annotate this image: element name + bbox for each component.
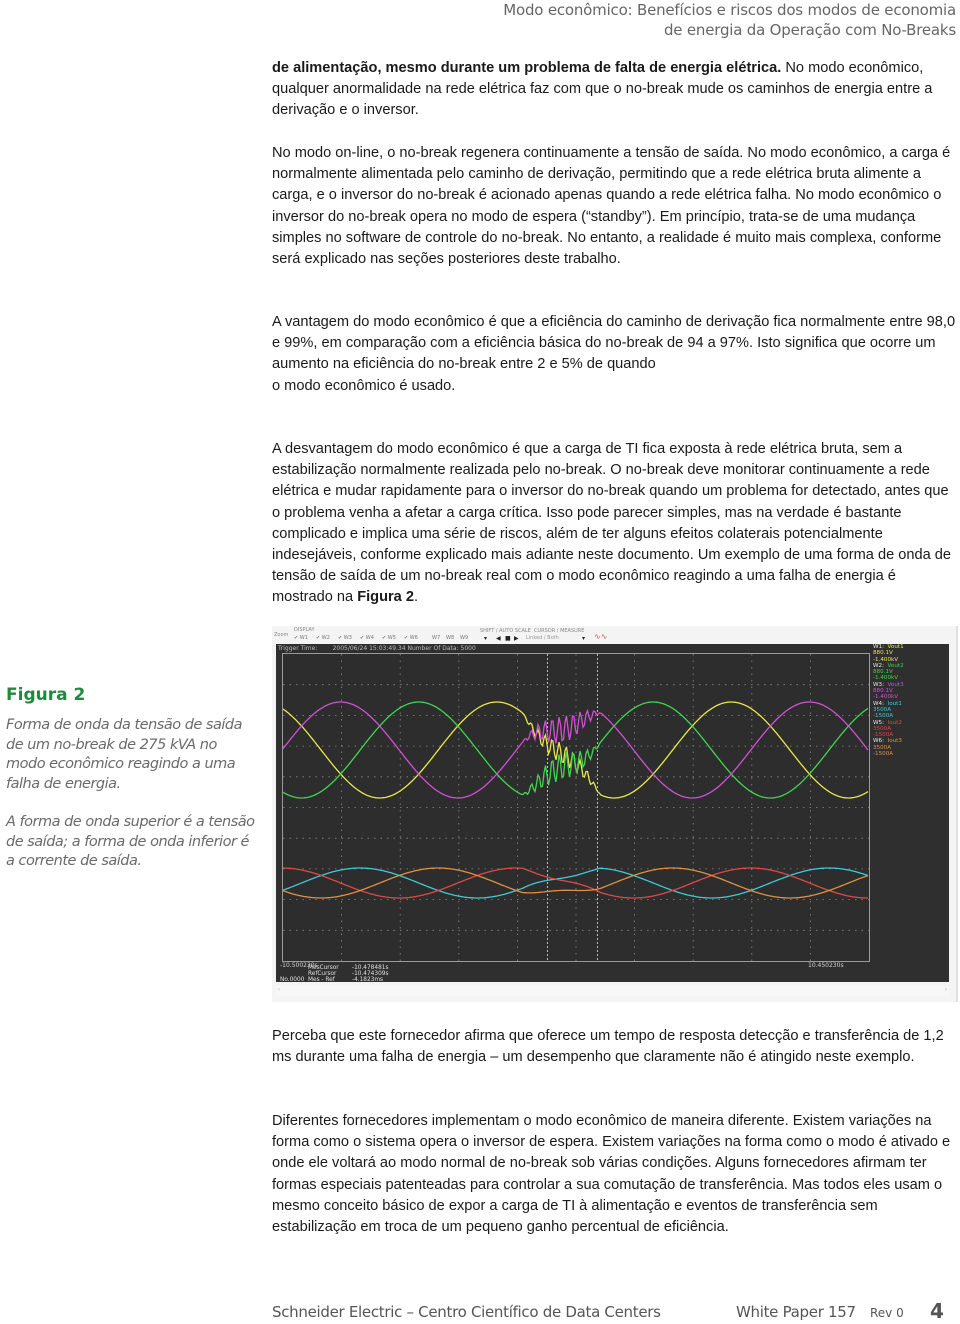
legend-entry-vout2: W2: Vout2 880.1V -1.400kV <box>873 663 949 682</box>
trigger-time-value: 2005/06/24 15:03:49.34 <box>332 645 406 652</box>
oscilloscope-figure: Zoom DISPLAY ✔ W1 ✔ W2 ✔ W3 ✔ W4 ✔ W5 ✔ W6 W7 W… <box>272 626 958 1002</box>
channel-checkbox-w5[interactable]: ✔ W5 <box>382 635 396 641</box>
figure-description-2: A forma de onda superior é a tensão de s… <box>6 814 255 869</box>
paragraph-1-bold: de alimentação, mesmo durante um problem… <box>272 60 782 76</box>
legend-entry-vout3: W3: Vout3 880.1V -1.400kV <box>873 682 949 701</box>
header-title-line2: de energia da Operação com No-Breaks <box>663 21 956 39</box>
channel-option-w7[interactable]: W7 <box>432 635 440 641</box>
scroll-left-icon[interactable]: ‹ <box>278 987 280 993</box>
stop-icon[interactable]: ■ <box>505 635 511 642</box>
zoom-label: Zoom <box>274 632 289 638</box>
paragraph-4-text: A desvantagem do modo econômico é que a … <box>272 441 951 606</box>
legend-min: -1500A <box>873 751 894 758</box>
waveform-icon[interactable]: ∿∿ <box>594 632 607 641</box>
paragraph-1: de alimentação, mesmo durante um problem… <box>272 58 956 122</box>
link-select[interactable]: Linked / Both <box>526 635 559 641</box>
page-number: 4 <box>930 1299 944 1323</box>
play-icon[interactable]: ▶ <box>514 635 519 642</box>
paragraph-2-text: No modo on-line, o no-break regenera con… <box>272 145 951 268</box>
channel-checkbox-w2[interactable]: ✔ W2 <box>316 635 330 641</box>
legend-entry-iout2: W5: Iout2 3500A -1500A <box>873 720 949 739</box>
data-count-label: Number Of Data: <box>407 645 459 652</box>
plot-area <box>282 653 870 962</box>
cursor-measure-label: CURSOR / MEASURE <box>534 628 585 634</box>
paragraph-4: A desvantagem do modo econômico é que a … <box>272 439 956 609</box>
paragraph-6-text: Diferentes fornecedores implementam o mo… <box>272 1113 951 1236</box>
scope-screen: Trigger Time: 2005/06/24 15:03:49.34 Num… <box>276 644 949 982</box>
step-back-icon[interactable]: ◀ <box>496 635 501 642</box>
time-end: 10.450230s <box>808 962 844 969</box>
display-label: DISPLAY <box>294 627 315 633</box>
trigger-time-label: Trigger Time: <box>278 645 318 652</box>
paragraph-5-text: Perceba que este fornecedor afirma que o… <box>272 1028 944 1066</box>
figure-title: Figura 2 <box>6 685 86 705</box>
waveform-plot <box>283 654 869 961</box>
figure-caption: Figura 2 Forma de onda da tensão de saíd… <box>6 684 256 872</box>
paragraph-3: A vantagem do modo econômico é que a efi… <box>272 312 956 397</box>
diff-value: -4.1823ms <box>352 976 384 983</box>
channel-checkbox-w3[interactable]: ✔ W3 <box>338 635 352 641</box>
data-count-value: 5000 <box>460 645 476 652</box>
legend-entry-iout1: W4: Iout1 3500A -1500A <box>873 701 949 720</box>
paragraph-6: Diferentes fornecedores implementam o mo… <box>272 1111 956 1238</box>
scroll-right-icon[interactable]: › <box>945 987 947 993</box>
diff-label: Mes - Ref <box>308 976 335 983</box>
series-line-iout2 <box>283 867 868 899</box>
dropdown-arrow-icon[interactable]: ▾ <box>484 635 487 642</box>
cursor-number: No.0000 <box>280 976 305 983</box>
channel-checkbox-w1[interactable]: ✔ W1 <box>294 635 308 641</box>
select-arrow-icon[interactable]: ▾ <box>582 635 585 642</box>
header-title-line1: Modo econômico: Benefícios e riscos dos … <box>503 1 956 19</box>
paragraph-3-text-end: o modo econômico é usado. <box>272 377 456 394</box>
running-header: Modo econômico: Benefícios e riscos dos … <box>503 0 956 40</box>
horizontal-scrollbar[interactable]: ‹ › <box>276 986 949 996</box>
channel-legend: W1: Vout1 880.1V -1.400kV W2: Vout2 880.1V… <box>873 644 949 757</box>
figure-reference-link[interactable]: Figura 2 <box>357 589 414 605</box>
paragraph-4-end: . <box>413 589 419 606</box>
legend-entry-iout3: W6: Iout3 3500A -1500A <box>873 738 949 757</box>
channel-checkbox-w4[interactable]: ✔ W4 <box>360 635 374 641</box>
trigger-info: Trigger Time: 2005/06/24 15:03:49.34 Num… <box>278 644 878 653</box>
paragraph-5: Perceba que este fornecedor afirma que o… <box>272 1026 956 1068</box>
channel-checkbox-w6[interactable]: ✔ W6 <box>404 635 418 641</box>
figure-description: Forma de onda da tensão de saída de um n… <box>6 717 243 792</box>
channel-option-w9[interactable]: W9 <box>460 635 468 641</box>
channel-option-w8[interactable]: W8 <box>446 635 454 641</box>
legend-entry-vout1: W1: Vout1 880.1V -1.400kV <box>873 644 949 663</box>
series-line-vout3 <box>283 701 869 799</box>
page-footer: Schneider Electric – Centro Científico d… <box>272 1299 952 1324</box>
footer-revision: Rev 0 <box>870 1306 904 1320</box>
mode-label: SHIFT / AUTO SCALE <box>480 628 531 634</box>
paragraph-2: No modo on-line, o no-break regenera con… <box>272 143 956 270</box>
cursor-readout: MesCursor -10.478481s RefCursor -10.474309… <box>280 965 388 983</box>
paragraph-3-text: A vantagem do modo econômico é que a efi… <box>272 314 956 373</box>
footer-white-paper: White Paper 157 <box>736 1303 856 1321</box>
footer-organization: Schneider Electric – Centro Científico d… <box>272 1303 661 1321</box>
scope-toolbar: Zoom DISPLAY ✔ W1 ✔ W2 ✔ W3 ✔ W4 ✔ W5 ✔ W6 W7 W… <box>272 626 956 646</box>
